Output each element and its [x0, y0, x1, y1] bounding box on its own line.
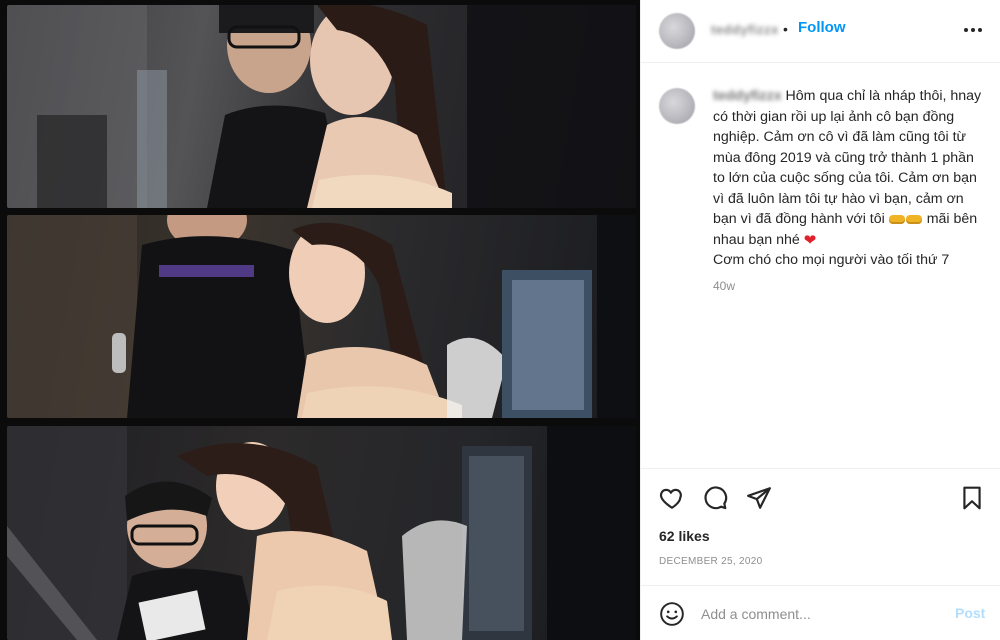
caption-section: teddyfizzx Hôm qua chỉ là nháp thôi, hna… [641, 63, 1000, 468]
photo-frame-top [7, 5, 636, 208]
comment-icon[interactable] [702, 485, 728, 511]
photo-frame-middle [7, 215, 636, 418]
more-horizontal-icon[interactable] [961, 18, 985, 42]
photo-scene-2 [7, 215, 636, 418]
photo-scene-3 [7, 426, 636, 640]
caption-body: Hôm qua chỉ là nháp thôi, hnay có thời g… [713, 88, 982, 227]
caption-username[interactable]: teddyfizzx [713, 88, 782, 104]
handshake-emoji-icon [888, 214, 905, 224]
post-side-panel: teddyfizzx • Follow teddyfizzx Hôm qua c… [640, 0, 1000, 640]
smiley-icon[interactable] [659, 601, 685, 627]
post-comment-button[interactable]: Post [955, 605, 985, 621]
caption-avatar[interactable] [659, 88, 695, 124]
red-heart-emoji-icon: ❤ [803, 231, 817, 249]
share-icon[interactable] [746, 485, 772, 511]
heart-icon[interactable] [659, 485, 685, 511]
author-avatar[interactable] [659, 13, 695, 49]
photo-frame-bottom [7, 426, 636, 640]
likes-count[interactable]: 62 likes [659, 528, 710, 544]
bookmark-icon[interactable] [959, 485, 985, 511]
photo-scene-1 [7, 5, 636, 208]
caption-text: teddyfizzx Hôm qua chỉ là nháp thôi, hna… [713, 86, 985, 271]
post-header: teddyfizzx • Follow [641, 0, 1000, 63]
caption-time-ago[interactable]: 40w [713, 279, 735, 293]
post-date[interactable]: December 25, 2020 [659, 556, 762, 567]
post-photo[interactable] [0, 0, 640, 640]
comment-bar: Post [641, 585, 1000, 640]
handshake-emoji-icon-2 [905, 214, 922, 224]
action-bar [641, 468, 1000, 526]
author-username[interactable]: teddyfizzx [711, 22, 779, 37]
separator-dot: • [783, 21, 788, 37]
follow-button[interactable]: Follow [798, 19, 846, 36]
comment-input[interactable] [701, 601, 931, 627]
caption-last-line: Cơm chó cho mọi người vào tối thứ 7 [713, 252, 950, 268]
